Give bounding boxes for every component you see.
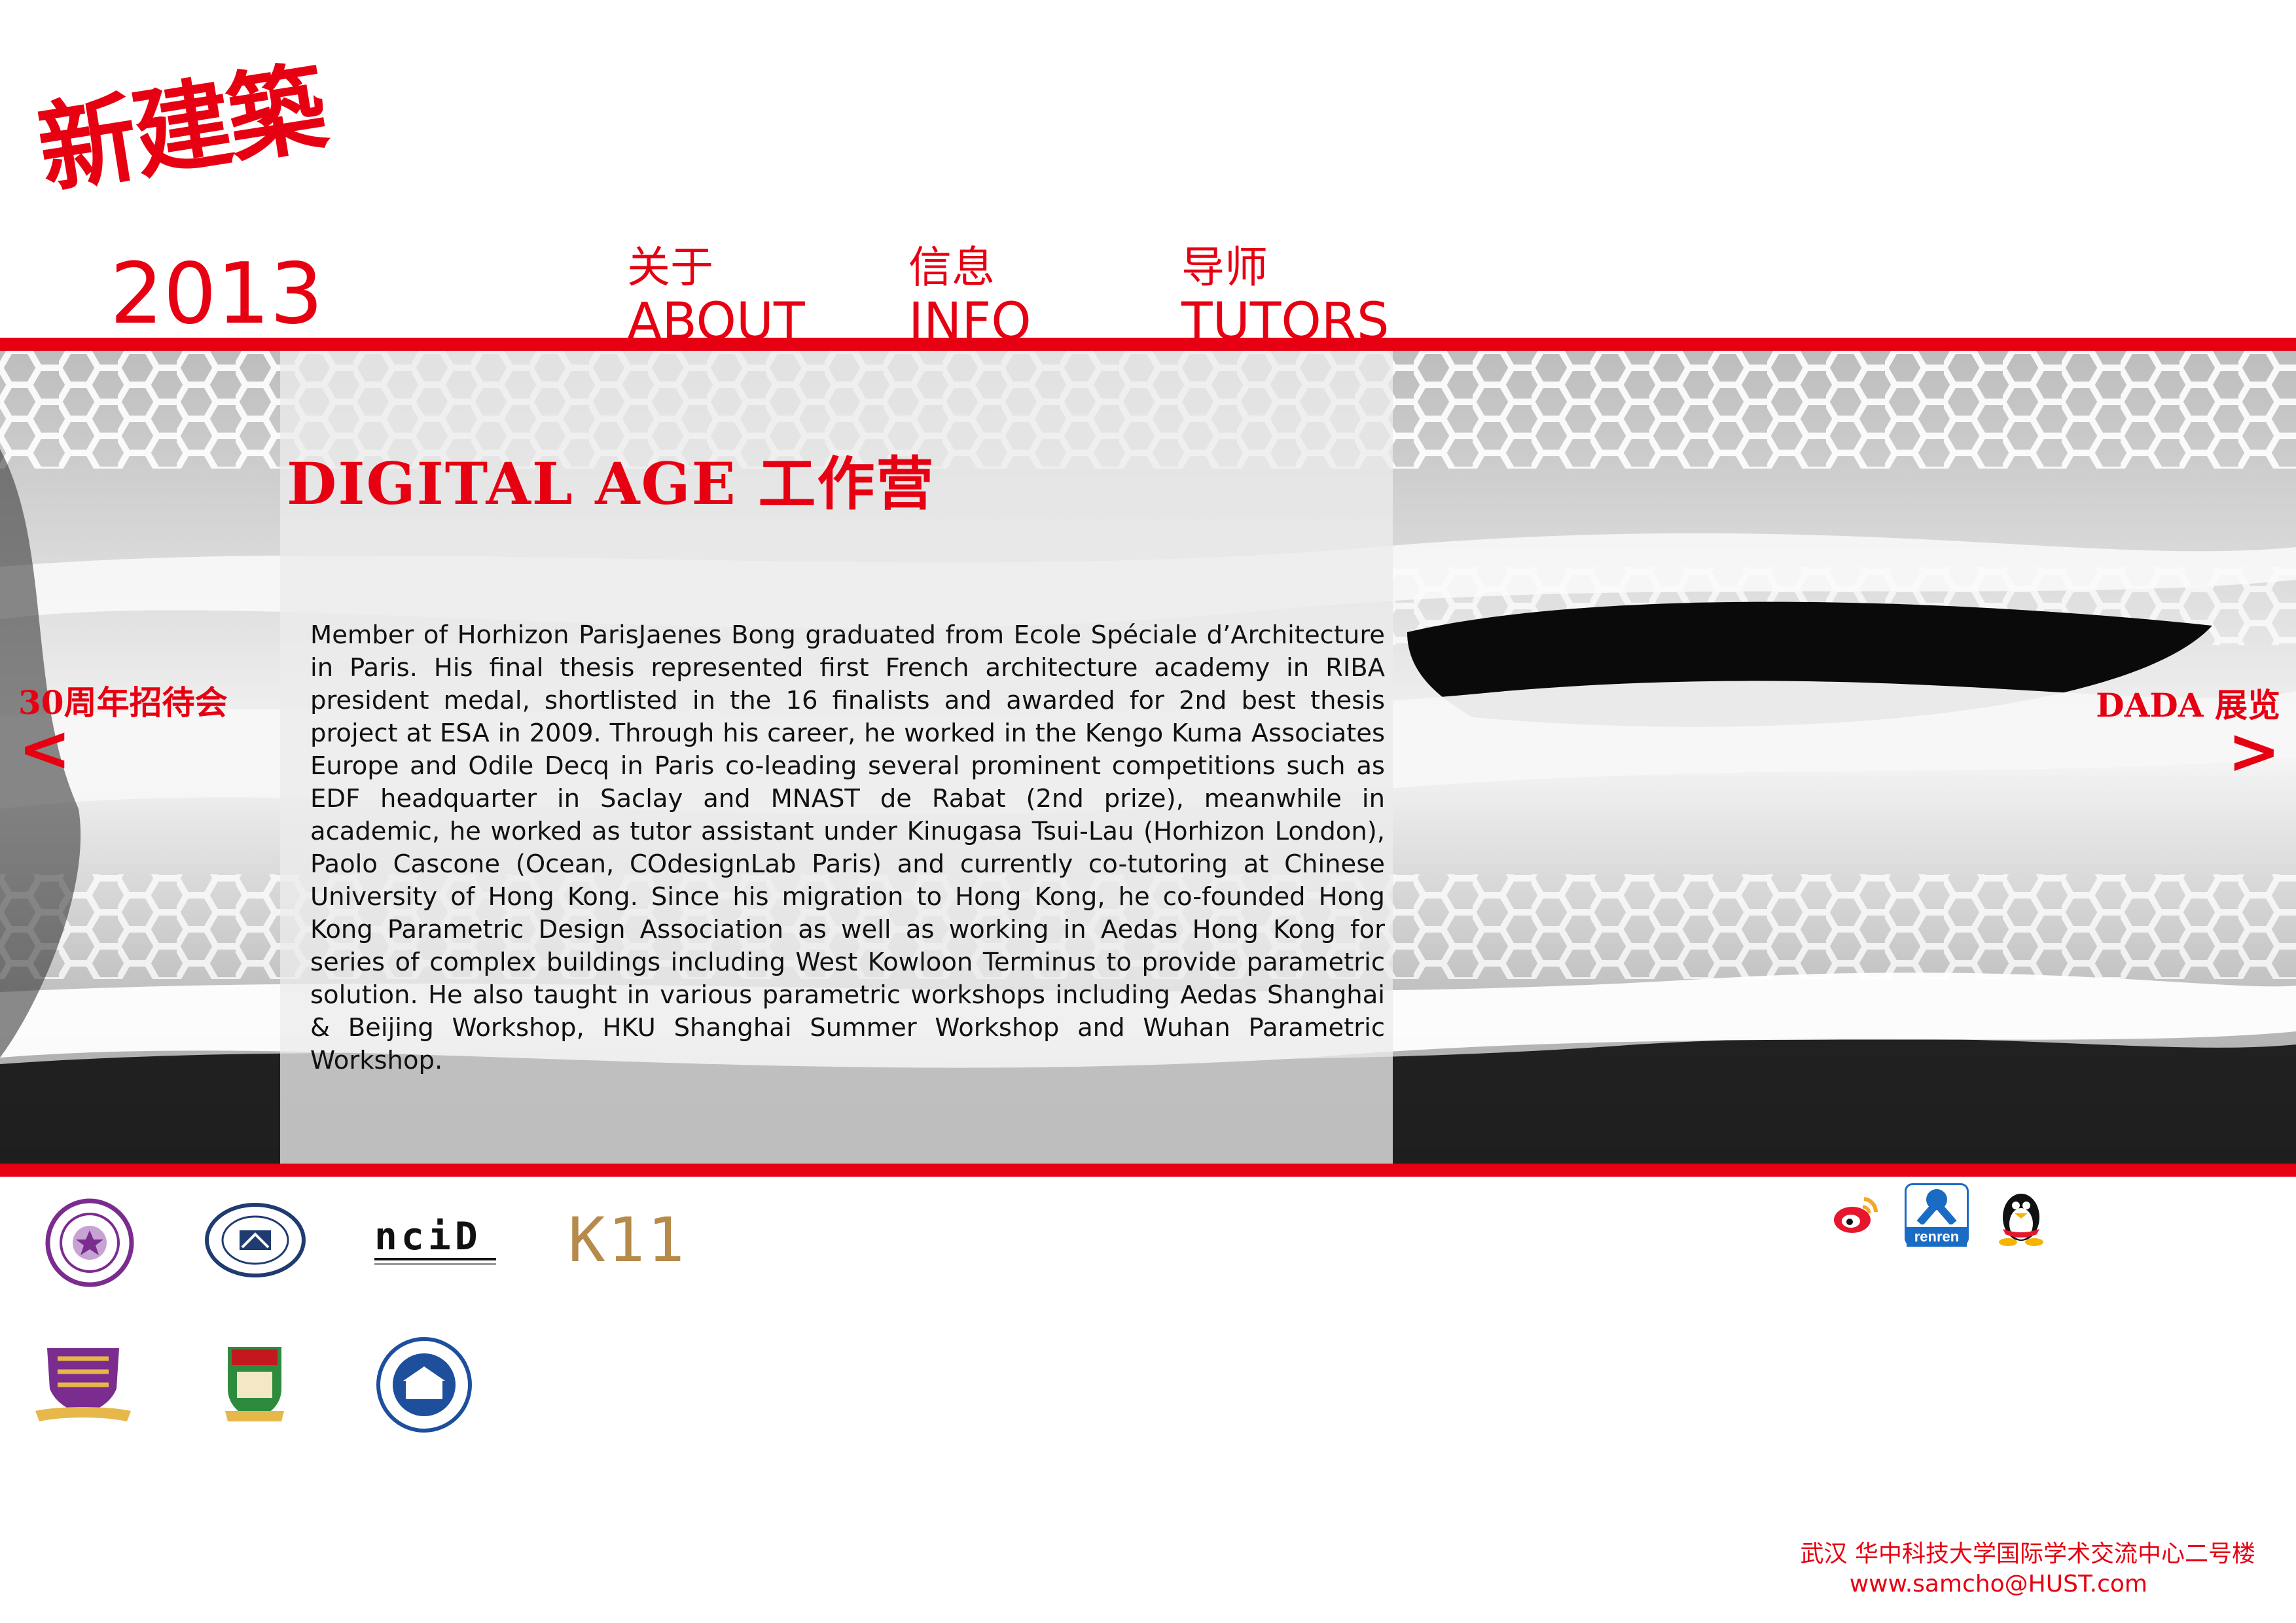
hust-university-logo[interactable] — [203, 1202, 308, 1279]
year-label: 2013 — [110, 245, 323, 343]
prev-page-link[interactable]: 30周年招待会 < — [18, 683, 228, 780]
ncid-subline — [374, 1263, 496, 1265]
top-red-rule — [0, 338, 2296, 351]
footer-email-link[interactable]: www.samcho@HUST.com — [1850, 1569, 2147, 1599]
ncid-logo[interactable]: nciD — [374, 1214, 499, 1265]
renren-symbol-icon — [1916, 1189, 1957, 1226]
workshop-title: DIGITAL AGE 工作营 — [287, 450, 935, 518]
prev-arrow-icon[interactable]: < — [18, 717, 228, 780]
ncid-logo-text: nciD — [374, 1214, 482, 1258]
bottom-red-rule — [0, 1164, 2296, 1177]
hero-banner: DIGITAL AGE 工作营 Member of Horhizon Paris… — [0, 351, 2296, 1164]
next-page-link[interactable]: DADA 展览 > — [2063, 686, 2280, 783]
nav-tutors-cn: 导师 — [1181, 242, 1268, 293]
scut-university-logo[interactable] — [374, 1335, 474, 1435]
next-arrow-icon[interactable]: > — [2220, 720, 2280, 783]
renren-icon[interactable]: renren — [1905, 1183, 1969, 1247]
nav-about[interactable]: 关于 ABOUT — [627, 241, 805, 349]
weibo-icon[interactable] — [1831, 1190, 1881, 1240]
tsinghua-university-logo[interactable] — [45, 1198, 135, 1288]
nav-info[interactable]: 信息 INFO — [908, 241, 1031, 349]
cuhk-logo[interactable] — [31, 1343, 135, 1424]
footer-address: 武汉 华中科技大学国际学术交流中心二号楼 — [1800, 1541, 2255, 1567]
nav-about-cn: 关于 — [627, 242, 713, 293]
qq-penguin-icon[interactable] — [1994, 1186, 2049, 1246]
nav-tutors[interactable]: 导师 TUTORS — [1181, 241, 1389, 349]
nav-info-cn: 信息 — [908, 242, 995, 293]
k11-logo[interactable]: K11 — [568, 1209, 687, 1272]
hku-logo[interactable] — [223, 1343, 287, 1424]
brand-logo[interactable]: 新建築 — [27, 23, 356, 232]
tutor-bio-text: Member of Horhizon ParisJaenes Bong grad… — [310, 620, 1385, 1075]
renren-label: renren — [1907, 1227, 1967, 1247]
